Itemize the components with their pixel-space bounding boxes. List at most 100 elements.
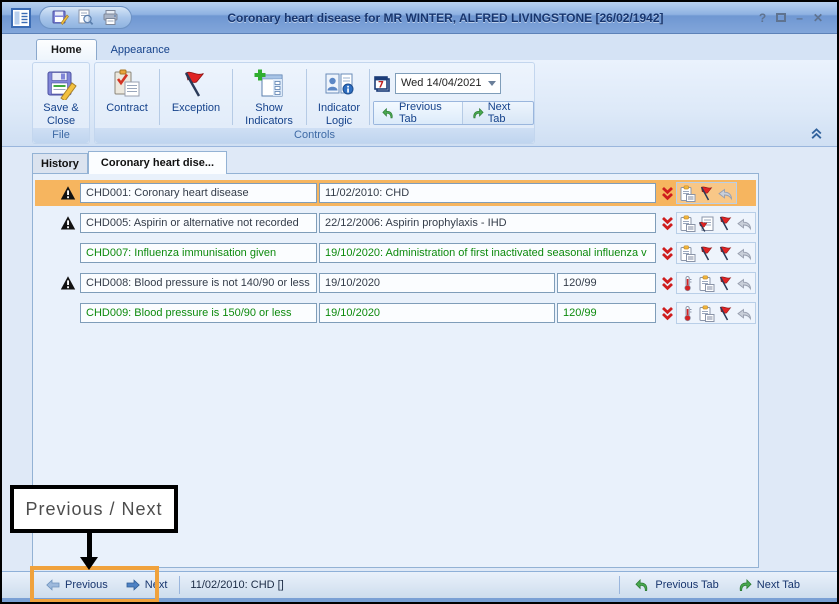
app-icon[interactable] <box>11 8 31 28</box>
ribbon-tab-appearance[interactable]: Appearance <box>97 40 184 60</box>
expand-chevron-icon[interactable] <box>661 246 674 261</box>
status-message: 11/02/2010: CHD [] <box>190 579 283 591</box>
tab-coronary-heart-disease[interactable]: Coronary heart dise... <box>88 151 227 174</box>
annotation-arrow <box>87 533 92 557</box>
exception-button[interactable]: Exception <box>163 67 229 127</box>
print-icon[interactable] <box>102 9 119 26</box>
ribbon-separator <box>232 69 233 125</box>
indicator-name-field[interactable]: CHD008: Blood pressure is not 140/90 or … <box>80 273 317 293</box>
row-action-icons <box>676 272 756 294</box>
ribbon-tab-strip: Home Appearance <box>2 34 837 60</box>
ribbon-group-label-controls: Controls <box>95 128 534 143</box>
svg-text:7: 7 <box>378 80 384 90</box>
ribbon-group-label-file: File <box>33 128 89 143</box>
expand-chevron-icon[interactable] <box>661 216 674 231</box>
window-controls: ? – ✕ <box>759 11 823 25</box>
minimize-button[interactable]: – <box>796 11 803 25</box>
indicator-name-field[interactable]: CHD005: Aspirin or alternative not recor… <box>80 213 317 233</box>
close-button[interactable]: ✕ <box>813 11 823 25</box>
flag-icon[interactable] <box>698 245 715 262</box>
indicator-row[interactable]: CHD007: Influenza immunisation given19/1… <box>35 240 756 266</box>
show-indicators-button[interactable]: Show Indicators <box>235 67 303 127</box>
contract-icon <box>111 68 143 100</box>
previous-button[interactable]: Previous <box>40 577 114 593</box>
status-separator <box>619 576 620 594</box>
restore-button[interactable] <box>776 13 786 22</box>
copy-icon[interactable] <box>679 185 696 202</box>
indicator-detail-field[interactable]: 22/12/2006: Aspirin prophylaxis - IHD <box>319 213 656 233</box>
copy-icon[interactable] <box>679 245 696 262</box>
copy-icon[interactable] <box>698 305 715 322</box>
next-tab-label: Next Tab <box>488 101 525 125</box>
status-previous-tab-label: Previous Tab <box>655 579 718 591</box>
row-action-icons <box>676 212 756 234</box>
next-tab-icon <box>471 106 484 121</box>
status-tab-nav: Previous Tab Next Tab <box>613 576 809 594</box>
indicator-logic-icon <box>323 68 355 100</box>
indicator-detail-field[interactable]: 19/10/2020 <box>319 303 555 323</box>
indicator-logic-label: Indicator Logic <box>318 102 360 127</box>
indicator-logic-button[interactable]: Indicator Logic <box>308 67 370 127</box>
expand-chevron-icon[interactable] <box>661 276 674 291</box>
application-window: Coronary heart disease for MR WINTER, AL… <box>0 0 839 604</box>
indicator-rows: CHD001: Coronary heart disease11/02/2010… <box>33 180 758 330</box>
save-close-button[interactable]: Save & Close <box>31 67 91 127</box>
indicator-row[interactable]: CHD008: Blood pressure is not 140/90 or … <box>35 270 756 296</box>
next-label: Next <box>145 579 168 591</box>
dropdown-arrow-icon[interactable] <box>488 81 496 86</box>
copy-icon[interactable] <box>698 275 715 292</box>
status-previous-tab-button[interactable]: Previous Tab <box>626 578 727 593</box>
next-button[interactable]: Next <box>120 577 174 593</box>
date-field[interactable]: Wed 14/04/2021 <box>395 73 501 94</box>
flag-icon[interactable] <box>717 275 734 292</box>
indicator-name-field[interactable]: CHD001: Coronary heart disease <box>80 183 317 203</box>
ribbon-collapse-icon[interactable] <box>810 127 823 140</box>
undo-icon[interactable] <box>736 305 753 322</box>
undo-icon[interactable] <box>736 245 753 262</box>
previous-tab-button[interactable]: Previous Tab <box>374 102 463 124</box>
contract-label: Contract <box>106 102 148 114</box>
ribbon-group-controls: Contract Exception <box>94 62 535 144</box>
flag-icon[interactable] <box>717 245 734 262</box>
indicator-value-field[interactable]: 120/99 <box>557 303 656 323</box>
contract-button[interactable]: Contract <box>97 67 157 127</box>
flag-icon[interactable] <box>717 215 734 232</box>
flag-icon[interactable] <box>717 305 734 322</box>
thermometer-icon[interactable] <box>679 275 696 292</box>
indicator-row[interactable]: CHD009: Blood pressure is 150/90 or less… <box>35 300 756 326</box>
save-close-icon <box>45 68 77 100</box>
help-button[interactable]: ? <box>759 11 766 25</box>
next-tab-button[interactable]: Next Tab <box>463 102 533 124</box>
undo-icon[interactable] <box>736 275 753 292</box>
date-value: Wed 14/04/2021 <box>401 77 482 89</box>
quick-access-toolbar <box>39 6 132 29</box>
undo-icon[interactable] <box>736 215 753 232</box>
tab-history[interactable]: History <box>32 153 88 174</box>
status-next-tab-button[interactable]: Next Tab <box>728 578 809 593</box>
window-title: Coronary heart disease for MR WINTER, AL… <box>132 11 759 25</box>
expand-chevron-icon[interactable] <box>661 186 674 201</box>
indicator-detail-field[interactable]: 19/10/2020 <box>319 273 555 293</box>
ribbon-separator <box>159 69 160 125</box>
indicator-detail-field[interactable]: 11/02/2010: CHD <box>319 183 656 203</box>
status-next-tab-label: Next Tab <box>757 579 800 591</box>
indicator-value-field[interactable]: 120/99 <box>557 273 656 293</box>
indicator-row[interactable]: CHD001: Coronary heart disease11/02/2010… <box>35 180 756 206</box>
flag-icon[interactable] <box>698 185 715 202</box>
undo-icon[interactable] <box>717 185 734 202</box>
ribbon-tab-nav: Previous Tab Next Tab <box>373 101 534 125</box>
exception-label: Exception <box>172 102 220 114</box>
indicator-detail-field[interactable]: 19/10/2020: Administration of first inac… <box>319 243 656 263</box>
flag-doc-icon[interactable] <box>698 215 715 232</box>
thermometer-icon[interactable] <box>679 305 696 322</box>
copy-icon[interactable] <box>679 215 696 232</box>
previous-label: Previous <box>65 579 108 591</box>
indicator-row[interactable]: CHD005: Aspirin or alternative not recor… <box>35 210 756 236</box>
no-warning-placeholder <box>60 305 76 321</box>
indicator-name-field[interactable]: CHD009: Blood pressure is 150/90 or less <box>80 303 317 323</box>
ribbon-tab-home[interactable]: Home <box>36 39 97 60</box>
save-icon[interactable] <box>52 9 69 26</box>
expand-chevron-icon[interactable] <box>661 306 674 321</box>
indicator-name-field[interactable]: CHD007: Influenza immunisation given <box>80 243 317 263</box>
print-preview-icon[interactable] <box>77 9 94 26</box>
